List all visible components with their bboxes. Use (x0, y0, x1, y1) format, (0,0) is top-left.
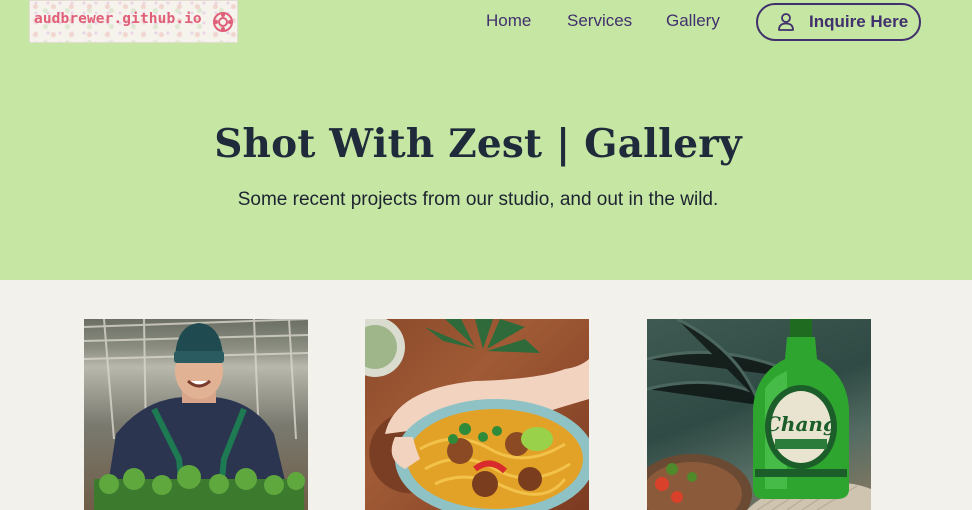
inquire-button[interactable]: Inquire Here (756, 3, 921, 41)
page-title: Shot With Zest | Gallery (214, 121, 742, 167)
logo-text: audbrewer.github.io (34, 11, 202, 27)
farmer-illustration (84, 319, 308, 510)
noodle-bowl-illustration (365, 319, 589, 510)
gallery-photo-farmer[interactable] (84, 319, 308, 510)
nav-home-link[interactable]: Home (486, 11, 531, 31)
gallery-photo-noodle-bowl[interactable] (365, 319, 589, 510)
page-subtitle: Some recent projects from our studio, an… (237, 189, 719, 210)
beer-bottle-illustration: Chang (647, 319, 871, 510)
hero-section: audbrewer.github.io Home Services Galler… (0, 0, 972, 280)
gallery-photo-beer-bottle[interactable]: Chang (647, 319, 871, 510)
logo-flower-icon (213, 12, 233, 32)
user-icon (778, 13, 794, 31)
nav-gallery-link[interactable]: Gallery (666, 11, 720, 31)
nav-services-link[interactable]: Services (567, 11, 632, 31)
site-logo[interactable]: audbrewer.github.io (29, 0, 238, 43)
bottle-label-text: Chang (765, 412, 837, 436)
inquire-button-label: Inquire Here (809, 12, 909, 31)
